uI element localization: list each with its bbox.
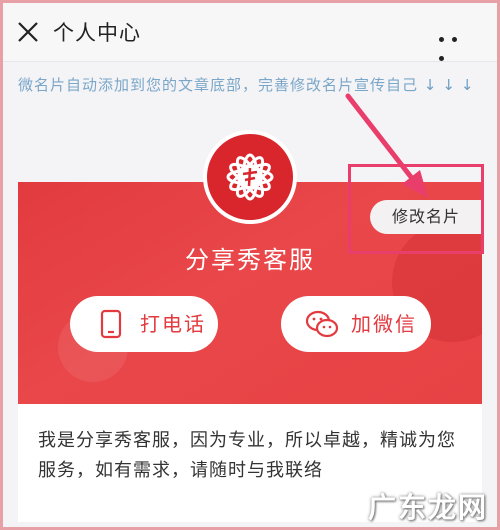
add-wechat-button-label: 加微信 bbox=[351, 312, 417, 336]
down-arrows-icon: ↓↓↓ bbox=[423, 76, 480, 94]
annotation-highlight-box bbox=[348, 164, 484, 254]
avatar[interactable] bbox=[203, 130, 297, 224]
call-button-label: 打电话 bbox=[140, 312, 206, 336]
watermark: 广东龙网 bbox=[367, 491, 488, 524]
flower-logo-icon bbox=[226, 153, 274, 201]
phone-icon bbox=[100, 309, 122, 339]
call-button[interactable]: 打电话 bbox=[70, 296, 218, 352]
page-title: 个人中心 bbox=[53, 21, 141, 45]
dot-icon bbox=[439, 56, 444, 61]
add-wechat-button[interactable]: 加微信 bbox=[281, 296, 431, 352]
more-options-button[interactable] bbox=[435, 27, 471, 61]
dot-icon bbox=[452, 37, 457, 42]
card-description: 我是分享秀客服，因为专业，所以卓越，精诚为您服务，如有需求，请随时与我联络 bbox=[38, 430, 456, 481]
close-icon[interactable] bbox=[17, 21, 39, 43]
wechat-icon bbox=[305, 310, 339, 338]
dot-icon bbox=[439, 37, 444, 42]
tip-text: 微名片自动添加到您的文章底部，完善修改名片宣传自己 bbox=[18, 76, 419, 94]
tip-banner: 微名片自动添加到您的文章底部，完善修改名片宣传自己 ↓↓↓ bbox=[18, 74, 480, 95]
top-bar: 个人中心 bbox=[3, 3, 497, 62]
